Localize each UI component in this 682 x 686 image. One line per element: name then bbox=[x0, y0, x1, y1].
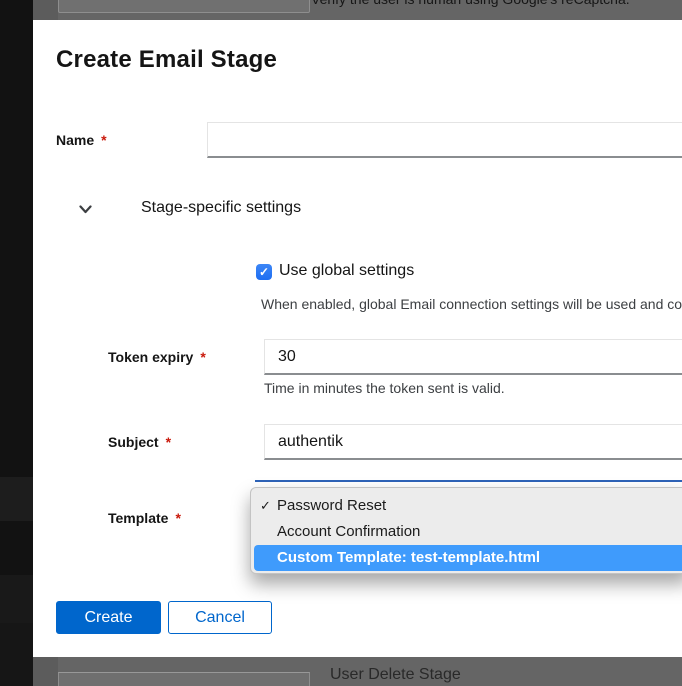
use-global-settings-help: When enabled, global Email connection se… bbox=[261, 296, 682, 312]
dropdown-option-account-confirmation[interactable]: Account Confirmation bbox=[254, 519, 682, 545]
backdrop-card-top bbox=[58, 0, 310, 13]
token-expiry-input[interactable] bbox=[264, 339, 682, 375]
backdrop-card-bottom bbox=[58, 672, 310, 686]
subject-input[interactable] bbox=[264, 424, 682, 460]
required-asterisk: * bbox=[200, 349, 205, 365]
token-expiry-label: Token expiry* bbox=[108, 339, 206, 375]
modal-title: Create Email Stage bbox=[56, 46, 277, 74]
chevron-down-icon bbox=[79, 205, 92, 214]
required-asterisk: * bbox=[166, 434, 171, 450]
name-label: Name* bbox=[56, 122, 107, 158]
sidebar-item-highlight bbox=[0, 477, 33, 521]
required-asterisk: * bbox=[101, 132, 106, 148]
use-global-settings-label: Use global settings bbox=[279, 262, 414, 280]
token-expiry-help: Time in minutes the token sent is valid. bbox=[264, 380, 682, 396]
template-select[interactable] bbox=[255, 480, 682, 482]
sidebar-item bbox=[0, 623, 33, 686]
backdrop-user-delete-stage-text: User Delete Stage bbox=[330, 666, 461, 684]
use-global-settings-checkbox[interactable]: ✓ bbox=[256, 264, 272, 280]
section-header-label: Stage-specific settings bbox=[141, 199, 301, 217]
subject-label: Subject* bbox=[108, 424, 171, 460]
check-icon: ✓ bbox=[260, 493, 274, 519]
stage-specific-settings-toggle[interactable]: Stage-specific settings bbox=[73, 198, 333, 222]
use-global-settings-row: ✓ Use global settings bbox=[256, 262, 486, 282]
sidebar-item bbox=[0, 575, 33, 623]
create-button[interactable]: Create bbox=[56, 601, 161, 634]
required-asterisk: * bbox=[175, 510, 180, 526]
template-dropdown-menu: ✓ Password Reset Account Confirmation Cu… bbox=[250, 487, 682, 574]
name-input[interactable] bbox=[207, 122, 682, 158]
dropdown-option-password-reset[interactable]: ✓ Password Reset bbox=[254, 493, 682, 519]
app-sidebar bbox=[0, 0, 33, 686]
backdrop-recaptcha-text: Verify the user is human using Google's … bbox=[311, 0, 682, 11]
template-label: Template* bbox=[108, 500, 181, 536]
dropdown-option-custom-template[interactable]: Custom Template: test-template.html bbox=[254, 545, 682, 571]
cancel-button[interactable]: Cancel bbox=[168, 601, 272, 634]
